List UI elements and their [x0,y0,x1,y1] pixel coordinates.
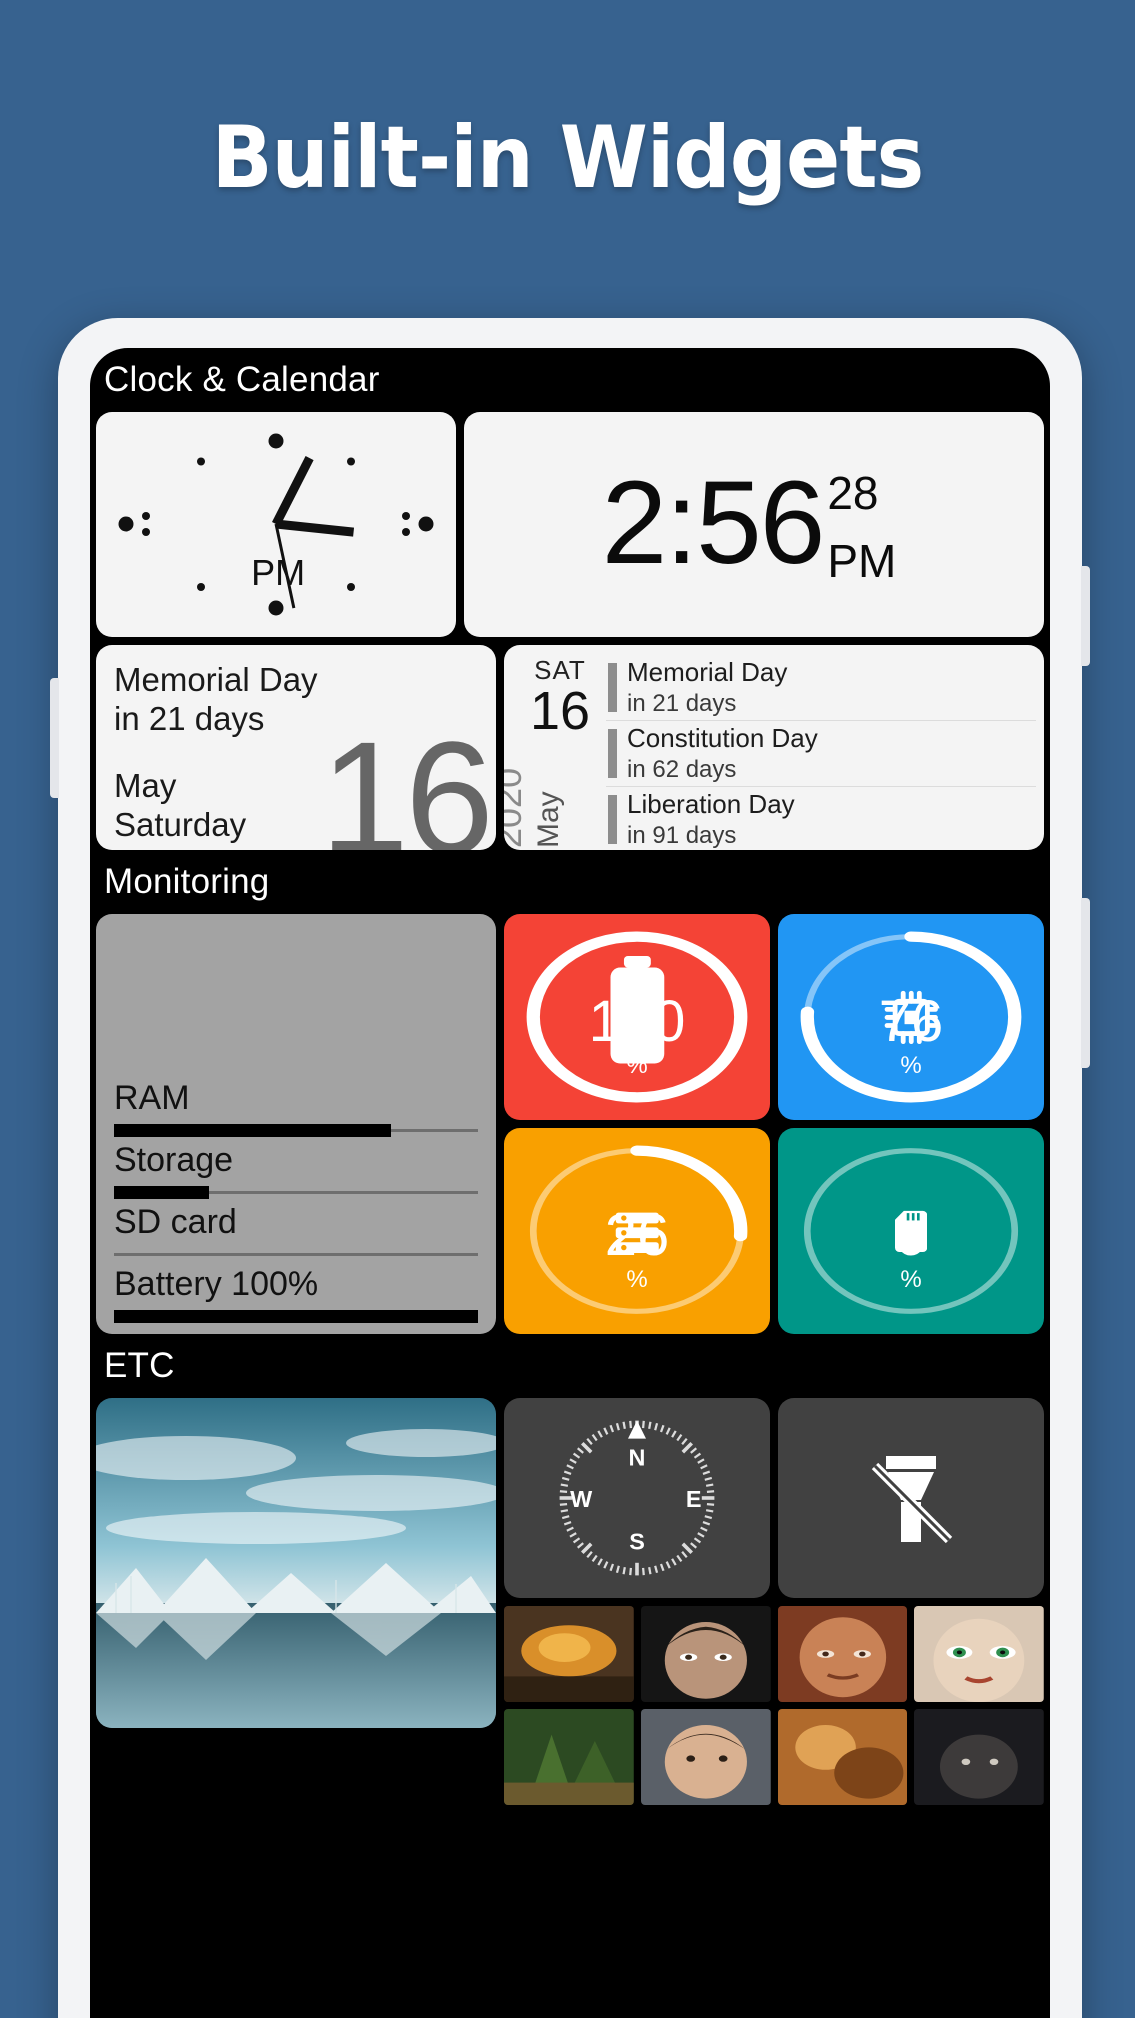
flashlight-off-icon [871,1456,953,1544]
event-color-bar [608,663,617,712]
calendar-event-list: Memorial Day in 21 days Constitution Day… [606,655,1036,849]
calendar-events-widget[interactable]: SAT 16 2020 May Memorial Day in 21 days [504,645,1044,850]
calendar-widget-row: Memorial Day in 21 days May Saturday 16 … [90,645,1050,850]
green-eye-photo [914,1606,1044,1702]
event-countdown: in 62 days [627,755,737,783]
monitor-bar-track [114,1124,478,1138]
monitor-bar-track [114,1310,478,1323]
digital-clock-widget[interactable]: 2:56 28 PM [464,412,1044,637]
monitor-bar-storage: Storage [114,1138,478,1200]
list-item[interactable]: Constitution Day in 62 days [606,721,1036,787]
phone-side-button-bottom [1081,898,1090,1068]
monitoring-widget-row: RAM Storage SD card Battery 100% % % % % [90,914,1050,1334]
digital-clock-time: 2:56 [601,456,826,589]
list-item[interactable] [504,1606,634,1702]
list-item[interactable]: Memorial Day in 21 days [606,655,1036,721]
monitor-bar-fill [114,1124,391,1138]
compass-south: S [629,1528,645,1554]
event-name: Memorial Day [627,657,788,687]
list-item[interactable] [640,1709,771,1805]
phone-side-button-top [1081,566,1090,666]
monitor-bar-sdcard: SD card [114,1200,478,1257]
list-item[interactable] [640,1606,771,1702]
list-item[interactable] [777,1709,908,1805]
digital-clock-ampm: PM [827,534,897,587]
day-counter-event: Memorial Day [114,661,318,698]
monitor-bar-label: SD card [114,1203,237,1242]
compass-west: W [570,1486,593,1512]
monitor-bar-track [114,1253,478,1257]
system-bars-widget[interactable]: RAM Storage SD card Battery 100% [96,914,496,1334]
list-item[interactable] [777,1606,908,1702]
list-item[interactable]: Liberation Day in 91 days [606,787,1036,850]
autumn-leaf-photo [504,1606,634,1702]
monitor-bar-track [114,1186,478,1200]
analog-clock-face [118,433,434,616]
compass-icon: N E S W [559,1420,715,1576]
etc-right-column: N E S W [504,1398,1044,1805]
forest-photo [504,1709,634,1805]
storage-gauge-widget[interactable]: 26 % [504,1128,770,1334]
list-item[interactable] [914,1709,1044,1805]
compass-widget[interactable]: N E S W [504,1398,770,1598]
event-color-bar [608,794,617,844]
dark-photo [914,1709,1044,1805]
monitor-bar-label: Battery 100% [114,1265,319,1304]
monitor-bar-battery: Battery 100% [114,1262,478,1323]
photo-frame-widget[interactable] [96,1398,496,1728]
analog-clock-ampm: PM [251,551,306,593]
landscape-photo [96,1398,496,1728]
etc-tool-row: N E S W [504,1398,1044,1598]
monitor-bar-fill [114,1310,478,1323]
monitor-bar-label: RAM [114,1079,190,1118]
day-counter-day-number: 16 [320,708,494,851]
event-countdown: in 91 days [627,821,737,849]
phone-screen: Clock & Calendar PM 2:56 28 PM Memorial … [90,348,1050,2018]
phone-mockup: Clock & Calendar PM 2:56 28 PM Memorial … [50,318,1090,2018]
calendar-day: 16 [529,681,591,741]
monitor-bar-label: Storage [114,1141,234,1180]
analog-clock-widget[interactable]: PM [96,412,456,637]
cpu-gauge-widget[interactable]: 76 % [778,914,1044,1120]
monitor-bar-ram: RAM [114,1076,478,1138]
event-name: Liberation Day [627,788,795,819]
portrait-child-photo [640,1709,771,1805]
section-header-monitoring: Monitoring [104,862,270,901]
etc-widget-row: N E S W [90,1398,1050,1805]
compass-north: N [629,1445,646,1471]
page-title: Built-in Widgets [211,108,925,208]
monitor-bar-fill [114,1186,209,1200]
list-item[interactable] [914,1606,1044,1702]
event-countdown: in 21 days [627,689,737,717]
section-header-etc: ETC [104,1346,175,1385]
calendar-date-block: SAT 16 2020 May [504,655,606,848]
flashlight-widget[interactable] [778,1398,1044,1598]
gauge-grid: 100 % [504,914,1044,1334]
list-item[interactable] [504,1709,634,1805]
portrait-man-photo [640,1606,771,1702]
calendar-month: May [532,791,565,848]
event-name: Constitution Day [627,722,818,753]
day-counter-widget[interactable]: Memorial Day in 21 days May Saturday 16 [96,645,496,850]
portrait-face-photo [777,1606,908,1702]
compass-east: E [686,1486,702,1512]
battery-gauge-widget[interactable]: 100 % [504,914,770,1120]
digital-clock-seconds: 28 [827,466,879,519]
calendar-year: 2020 [504,767,529,848]
photo-thumbnail-grid [504,1606,1044,1805]
event-color-bar [608,728,617,778]
abstract-photo [777,1709,908,1805]
sdcard-gauge-widget[interactable]: 0 % [778,1128,1044,1334]
clock-widget-row: PM 2:56 28 PM [90,412,1050,637]
section-header-clock-calendar: Clock & Calendar [104,360,380,399]
